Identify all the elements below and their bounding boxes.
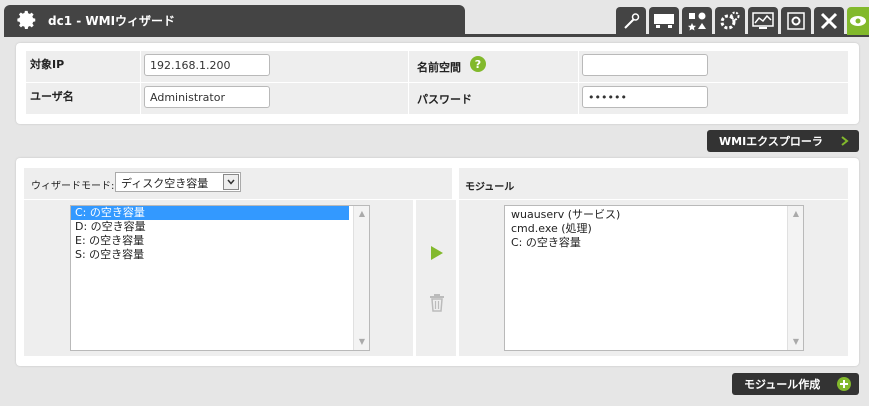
scroll-up-icon[interactable]: ▲ bbox=[792, 210, 800, 218]
chart-monitor-icon[interactable] bbox=[748, 7, 778, 35]
scroll-down-icon[interactable]: ▼ bbox=[358, 338, 366, 346]
user-label: ユーザ名 bbox=[30, 90, 74, 103]
title-tab: dc1 - WMIウィザード bbox=[4, 5, 465, 35]
list-item[interactable]: wuauserv (サービス) bbox=[505, 208, 803, 222]
plus-icon bbox=[837, 377, 851, 391]
add-arrow-icon[interactable] bbox=[430, 246, 444, 260]
modules-listbox[interactable]: wuauserv (サービス) cmd.exe (処理) C: の空き容量 ▲ … bbox=[504, 205, 804, 351]
list-item[interactable]: D: の空き容量 bbox=[71, 220, 369, 234]
mode-select[interactable]: ディスク空き容量 bbox=[115, 172, 241, 192]
toolbar bbox=[616, 7, 869, 35]
ip-input[interactable] bbox=[144, 54, 270, 76]
namespace-label: 名前空間 bbox=[417, 61, 461, 74]
connection-panel: 対象IP 名前空間 ? ユーザ名 パスワード bbox=[16, 43, 859, 124]
shapes-icon[interactable] bbox=[682, 7, 712, 35]
window-title: dc1 - WMIウィザード bbox=[48, 14, 176, 28]
wrench-icon[interactable] bbox=[814, 7, 844, 35]
namespace-input[interactable] bbox=[582, 54, 708, 76]
wand-icon[interactable] bbox=[616, 7, 646, 35]
help-icon[interactable]: ? bbox=[470, 56, 486, 72]
modules-header-cell: モジュール bbox=[459, 168, 848, 199]
create-module-label: モジュール作成 bbox=[744, 378, 821, 391]
scrollbar[interactable]: ▲ ▼ bbox=[353, 206, 369, 350]
settings-icon[interactable] bbox=[781, 7, 811, 35]
eye-icon[interactable] bbox=[847, 7, 869, 35]
scroll-up-icon[interactable]: ▲ bbox=[358, 210, 366, 218]
namespace-field-cell bbox=[579, 51, 848, 82]
title-bar: dc1 - WMIウィザード bbox=[0, 0, 869, 37]
password-field-cell bbox=[579, 83, 848, 114]
list-item[interactable]: E: の空き容量 bbox=[71, 234, 369, 248]
password-label: パスワード bbox=[417, 93, 472, 106]
scrollbar[interactable]: ▲ ▼ bbox=[787, 206, 803, 350]
trash-icon[interactable] bbox=[429, 294, 445, 312]
list-item[interactable]: S: の空き容量 bbox=[71, 248, 369, 262]
mode-selected: ディスク空き容量 bbox=[121, 177, 209, 190]
list-item[interactable]: C: の空き容量 bbox=[505, 236, 803, 250]
wizard-panel: ウィザードモード: ディスク空き容量 モジュール C: の空き容量 D: の空き… bbox=[16, 158, 859, 366]
monitor-icon[interactable] bbox=[649, 7, 679, 35]
wmi-explorer-label: WMIエクスプローラ bbox=[719, 135, 823, 148]
modules-header: モジュール bbox=[465, 182, 515, 193]
list-item[interactable]: C: の空き容量 bbox=[71, 206, 349, 220]
password-input[interactable] bbox=[582, 86, 708, 108]
chevron-down-icon bbox=[223, 174, 239, 190]
chevron-right-icon bbox=[841, 136, 849, 146]
scroll-down-icon[interactable]: ▼ bbox=[792, 338, 800, 346]
actions-cell bbox=[416, 200, 456, 356]
user-label-cell: ユーザ名 bbox=[26, 83, 140, 114]
user-input[interactable] bbox=[144, 86, 270, 108]
ip-label-cell: 対象IP bbox=[26, 51, 140, 82]
ip-label: 対象IP bbox=[30, 58, 65, 71]
password-label-cell: パスワード bbox=[409, 83, 578, 114]
gear-icon bbox=[17, 10, 36, 29]
gears-icon[interactable] bbox=[715, 7, 745, 35]
namespace-label-cell: 名前空間 ? bbox=[409, 51, 578, 82]
create-module-button[interactable]: モジュール作成 bbox=[732, 373, 859, 395]
user-field-cell bbox=[141, 83, 408, 114]
mode-cell: ウィザードモード: ディスク空き容量 bbox=[24, 168, 452, 199]
wmi-explorer-button[interactable]: WMIエクスプローラ bbox=[707, 130, 859, 152]
available-listbox[interactable]: C: の空き容量 D: の空き容量 E: の空き容量 S: の空き容量 ▲ ▼ bbox=[70, 205, 370, 351]
mode-label: ウィザードモード: bbox=[31, 181, 115, 192]
ip-field-cell bbox=[141, 51, 408, 82]
list-item[interactable]: cmd.exe (処理) bbox=[505, 222, 803, 236]
